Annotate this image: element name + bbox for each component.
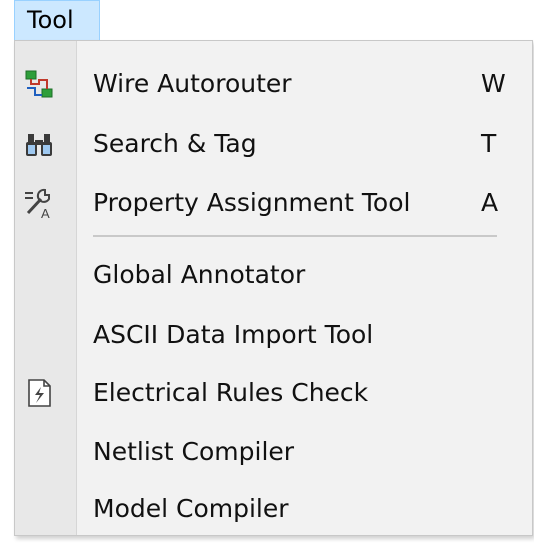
menu-item-wire-autorouter[interactable]: Wire Autorouter W	[15, 55, 532, 113]
binoculars-icon	[23, 128, 55, 160]
menu-item-shortcut: A	[481, 188, 499, 217]
menu-bar: Tool	[0, 0, 534, 40]
menu-item-electrical-rules-check[interactable]: Electrical Rules Check	[15, 364, 532, 422]
menu-item-label: Property Assignment Tool	[93, 188, 411, 217]
menu-item-label: Wire Autorouter	[93, 69, 292, 98]
menu-item-label: Model Compiler	[93, 494, 289, 523]
tool-dropdown-menu: Wire Autorouter W Search & Tag T A Prope…	[14, 40, 533, 536]
menu-item-shortcut: W	[481, 69, 506, 98]
property-assignment-icon: A	[23, 187, 55, 221]
menu-item-ascii-data-import-tool[interactable]: ASCII Data Import Tool	[15, 306, 532, 364]
menu-item-model-compiler[interactable]: Model Compiler	[15, 480, 532, 538]
wire-autorouter-icon	[23, 68, 55, 100]
menu-item-property-assignment-tool[interactable]: A Property Assignment Tool A	[15, 174, 532, 232]
menu-item-search-tag[interactable]: Search & Tag T	[15, 115, 532, 173]
electrical-rules-check-icon	[23, 377, 55, 409]
menu-separator	[93, 235, 497, 237]
menu-item-label: Search & Tag	[93, 129, 257, 158]
menu-item-label: Netlist Compiler	[93, 437, 295, 466]
menu-item-shortcut: T	[481, 129, 497, 158]
menu-item-label: Electrical Rules Check	[93, 378, 369, 407]
menu-item-global-annotator[interactable]: Global Annotator	[15, 246, 532, 304]
tool-menu-screenshot: Tool Wire Autorouter W Search & Tag T A …	[0, 0, 534, 543]
menu-item-label: Global Annotator	[93, 260, 306, 289]
menu-item-netlist-compiler[interactable]: Netlist Compiler	[15, 423, 532, 481]
svg-text:A: A	[41, 206, 50, 219]
menu-tool[interactable]: Tool	[14, 0, 100, 40]
menu-item-label: ASCII Data Import Tool	[93, 320, 374, 349]
